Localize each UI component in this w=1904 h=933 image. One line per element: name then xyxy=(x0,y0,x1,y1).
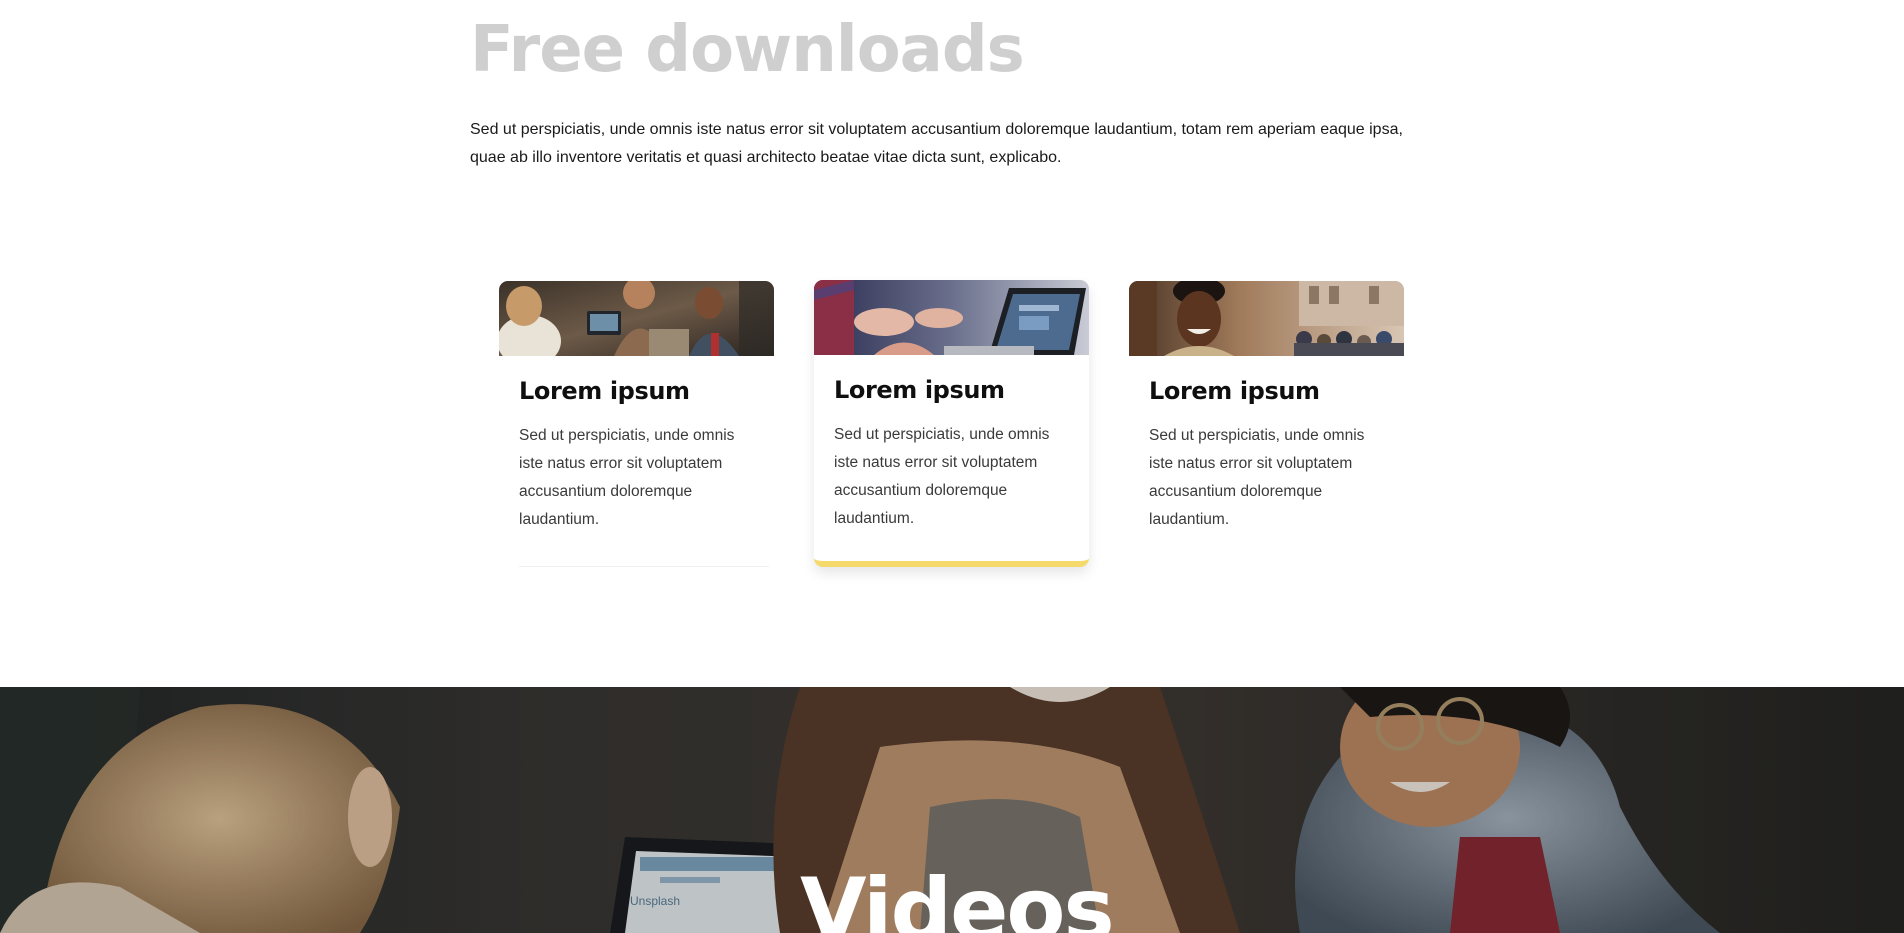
videos-hero-section: Unsplash Videos xyxy=(0,687,1904,933)
hands-laptop-photo xyxy=(814,280,1089,355)
download-card[interactable]: Lorem ipsum Sed ut perspiciatis, unde om… xyxy=(499,281,774,568)
card-text: Sed ut perspiciatis, unde omnis iste nat… xyxy=(519,427,735,528)
card-image-smiling-man xyxy=(1129,281,1404,356)
card-text: Sed ut perspiciatis, unde omnis iste nat… xyxy=(834,426,1050,527)
card-text: Sed ut perspiciatis, unde omnis iste nat… xyxy=(1149,427,1365,528)
section-title: Free downloads xyxy=(470,13,1025,87)
card-title: Lorem ipsum xyxy=(834,376,1005,404)
card-image-hands-laptop xyxy=(814,280,1089,355)
card-title: Lorem ipsum xyxy=(1149,377,1320,405)
smiling-man-photo xyxy=(1129,281,1404,356)
section-description: Sed ut perspiciatis, unde omnis iste nat… xyxy=(470,121,1403,166)
free-downloads-intro: Free downloads Sed ut perspiciatis, unde… xyxy=(470,14,1450,172)
card-title: Lorem ipsum xyxy=(519,377,690,405)
download-card[interactable]: Lorem ipsum Sed ut perspiciatis, unde om… xyxy=(1129,281,1404,568)
download-card-active[interactable]: Lorem ipsum Sed ut perspiciatis, unde om… xyxy=(814,280,1089,567)
card-divider xyxy=(519,566,769,567)
card-image-friends-laptop xyxy=(499,281,774,356)
friends-laptop-photo xyxy=(499,281,774,356)
videos-title: Videos xyxy=(800,860,1115,933)
card-grid: Lorem ipsum Sed ut perspiciatis, unde om… xyxy=(499,280,1405,580)
